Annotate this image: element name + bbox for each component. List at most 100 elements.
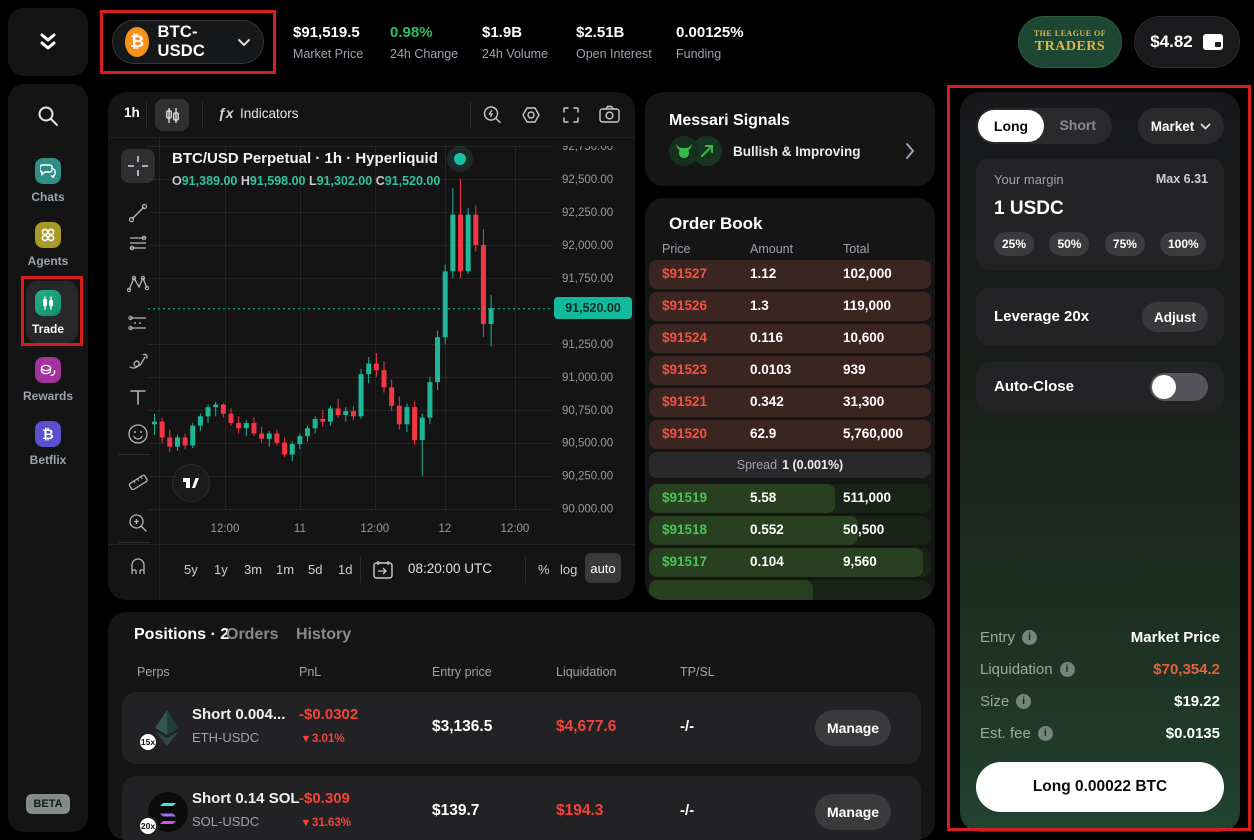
- ask-row[interactable]: $91521 0.342 31,300: [649, 388, 931, 417]
- ohlc-c-value: 91,520.00: [385, 174, 441, 188]
- long-tab[interactable]: Long: [978, 110, 1044, 142]
- spread-value: 1 (0.001%): [782, 458, 843, 472]
- submit-order-button[interactable]: Long 0.00022 BTC: [976, 762, 1224, 812]
- range-1m[interactable]: 1m: [276, 562, 294, 577]
- stat-value: $2.51B: [576, 24, 652, 41]
- sidebar-item-label: Rewards: [23, 389, 73, 403]
- leverage-label: Leverage 20x: [994, 308, 1089, 325]
- league-line1: THE LEAGUE OF: [1034, 29, 1106, 38]
- stat-value: $1.9B: [482, 24, 548, 41]
- leverage-badge: 15x: [138, 732, 158, 752]
- pair-selector[interactable]: ₿ BTC-USDC: [112, 20, 264, 64]
- chart-price-tag: 91,520.00: [554, 297, 632, 319]
- column-header-price: Price: [662, 242, 690, 256]
- side-selector: Long Short: [976, 108, 1112, 144]
- beta-badge: BETA: [26, 794, 70, 814]
- ohlc-o-label: O: [172, 174, 182, 188]
- range-5y[interactable]: 5y: [184, 562, 198, 577]
- bid-row[interactable]: $91518 0.552 50,500: [649, 516, 931, 545]
- liquidation-value: $70,354.2: [1153, 661, 1220, 678]
- tab-history[interactable]: History: [296, 626, 351, 644]
- range-1y[interactable]: 1y: [214, 562, 228, 577]
- adjust-leverage-button[interactable]: Adjust: [1142, 302, 1208, 332]
- order-book-rows: $91527 1.12 102,000 $91526 1.3 119,000 $…: [649, 260, 931, 600]
- indicators-button[interactable]: Indicators: [240, 106, 299, 121]
- est-fee-label: Est. fee: [980, 725, 1031, 742]
- short-tab[interactable]: Short: [1059, 117, 1096, 133]
- snapshot-camera-icon[interactable]: [599, 105, 620, 123]
- sidebar-search[interactable]: [8, 104, 88, 128]
- chip-100[interactable]: 100%: [1160, 232, 1206, 256]
- fullscreen-icon[interactable]: [561, 105, 581, 125]
- go-to-date-icon[interactable]: [372, 559, 394, 581]
- tab-positions[interactable]: Positions · 2: [134, 626, 229, 644]
- bitcoin-icon: ₿: [125, 27, 149, 57]
- position-pnl-pct: ▾ 3.01%: [303, 731, 345, 745]
- leverage-card: Leverage 20x Adjust: [976, 288, 1224, 346]
- ask-row[interactable]: $91527 1.12 102,000: [649, 260, 931, 289]
- app-logo-icon: [35, 29, 61, 55]
- settings-icon[interactable]: [521, 105, 541, 125]
- scale-log-button[interactable]: log: [560, 562, 577, 577]
- sidebar: Chats Agents Trade Rewards ₿ Betflix: [8, 84, 88, 832]
- sidebar-item-rewards[interactable]: Rewards: [8, 357, 88, 403]
- ask-price: $91527: [662, 266, 707, 281]
- scale-auto-button[interactable]: auto: [585, 553, 621, 583]
- clock-utc[interactable]: 08:20:00 UTC: [408, 561, 492, 576]
- app-logo[interactable]: [8, 8, 88, 76]
- tradingview-logo[interactable]: [172, 464, 210, 502]
- order-type-dropdown[interactable]: Market: [1138, 108, 1224, 144]
- quick-alert-icon[interactable]: [482, 105, 502, 125]
- ask-row[interactable]: $91526 1.3 119,000: [649, 292, 931, 321]
- margin-amount-input[interactable]: 1 USDC: [994, 198, 1064, 220]
- ohlc-l-value: 91,302.00: [317, 174, 373, 188]
- chip-50[interactable]: 50%: [1049, 232, 1089, 256]
- info-icon[interactable]: i: [1060, 662, 1075, 677]
- manage-button[interactable]: Manage: [815, 794, 891, 830]
- chevron-right-icon[interactable]: [905, 142, 915, 160]
- trade-icon: [35, 290, 61, 316]
- manage-button[interactable]: Manage: [815, 710, 891, 746]
- range-1d[interactable]: 1d: [338, 562, 352, 577]
- info-icon[interactable]: i: [1016, 694, 1031, 709]
- range-3m[interactable]: 3m: [244, 562, 262, 577]
- ask-amount: 0.116: [750, 330, 783, 345]
- fx-icon[interactable]: ƒx: [218, 105, 234, 121]
- position-row-sol[interactable]: 20x Short 0.14 SOL SOL-USDC -$0.309 ▾ 31…: [122, 776, 921, 840]
- position-row-eth[interactable]: 15x Short 0.004... ETH-USDC -$0.0302 ▾ 3…: [122, 692, 921, 764]
- candle-style-button[interactable]: [155, 99, 189, 131]
- auto-close-toggle[interactable]: [1150, 373, 1208, 401]
- wallet-button[interactable]: $4.82: [1134, 16, 1240, 68]
- ask-row[interactable]: $91523 0.0103 939: [649, 356, 931, 385]
- margin-max[interactable]: Max 6.31: [1156, 172, 1208, 186]
- column-header-tpsl: TP/SL: [680, 665, 715, 679]
- sidebar-item-betflix[interactable]: ₿ Betflix: [8, 421, 88, 467]
- stat-24h-volume: $1.9B 24h Volume: [482, 24, 548, 61]
- position-tpsl: -/-: [680, 802, 694, 819]
- scale-percent-button[interactable]: %: [538, 562, 550, 577]
- ask-row[interactable]: $91524 0.116 10,600: [649, 324, 931, 353]
- chip-25[interactable]: 25%: [994, 232, 1034, 256]
- divider: [470, 102, 471, 128]
- ask-row[interactable]: $91520 62.9 5,760,000: [649, 420, 931, 449]
- chart-panel: 1h ƒx Indicators: [108, 92, 635, 600]
- range-5d[interactable]: 5d: [308, 562, 322, 577]
- bid-total: 511,000: [843, 490, 891, 505]
- bid-row[interactable]: $91519 5.58 511,000: [649, 484, 931, 513]
- info-icon[interactable]: i: [1022, 630, 1037, 645]
- tab-orders[interactable]: Orders: [226, 626, 278, 644]
- messari-signals-panel[interactable]: Messari Signals Bullish & Improving: [645, 92, 935, 186]
- stat-label: 24h Volume: [482, 47, 548, 61]
- info-icon[interactable]: i: [1038, 726, 1053, 741]
- chart-legend: BTC/USD Perpetual · 1h · Hyperliquid O91…: [172, 150, 440, 188]
- sidebar-item-trade[interactable]: Trade: [8, 290, 88, 336]
- sidebar-item-agents[interactable]: Agents: [8, 222, 88, 268]
- chip-75[interactable]: 75%: [1105, 232, 1145, 256]
- league-of-traders-badge[interactable]: THE LEAGUE OF TRADERS: [1018, 16, 1122, 68]
- bid-row[interactable]: $91517 0.104 9,560: [649, 548, 931, 577]
- interval-button[interactable]: 1h: [124, 105, 140, 120]
- liquidation-label: Liquidation: [980, 661, 1053, 678]
- price-chart-canvas[interactable]: [148, 146, 630, 536]
- sidebar-item-chats[interactable]: Chats: [8, 158, 88, 204]
- wallet-balance: $4.82: [1150, 32, 1193, 52]
